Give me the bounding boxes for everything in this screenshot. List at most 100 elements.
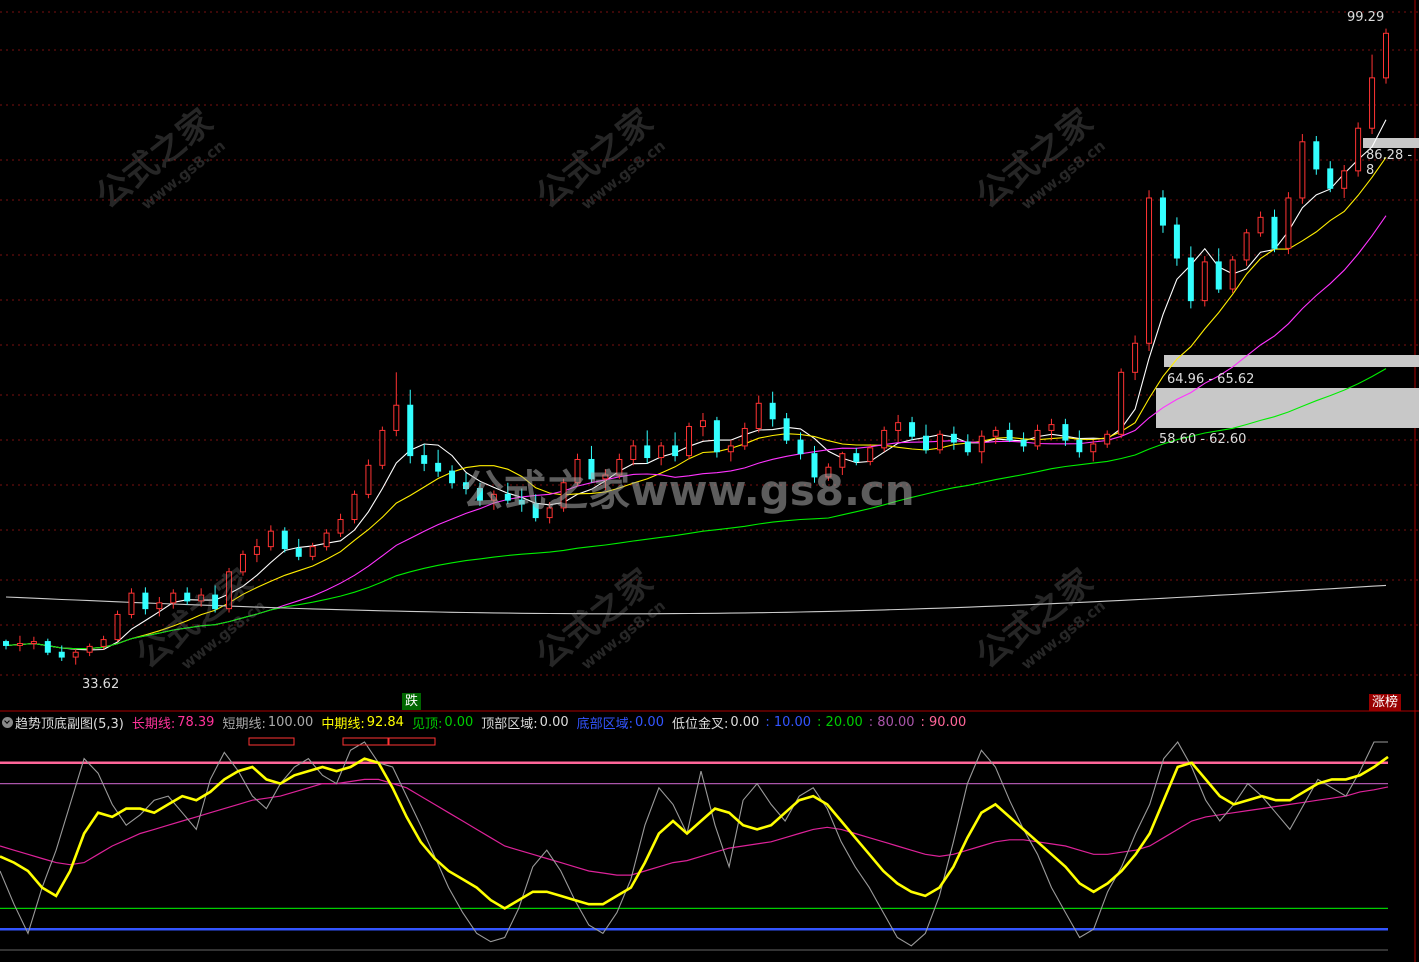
legend-short-name: 短期线: [222, 716, 266, 732]
legend-bottomzone-value: 0.00 [635, 714, 664, 730]
candle-body [1369, 77, 1376, 129]
candle-body [16, 643, 23, 646]
candle-body [895, 422, 902, 431]
candle-body [449, 470, 456, 484]
candle-body [1299, 141, 1306, 199]
legend-goldcross-value: 0.00 [730, 714, 760, 730]
legend-topzone-value: 0.00 [539, 714, 569, 730]
candle-body [323, 532, 330, 548]
candle-body [909, 422, 916, 437]
legend-long-name: 长期线: [131, 716, 176, 732]
candle-body [741, 427, 748, 447]
candle-body [295, 548, 302, 557]
candle-body [1034, 429, 1041, 447]
candle-body [1159, 197, 1166, 226]
candle-body [1383, 32, 1389, 79]
candle-body [727, 445, 734, 453]
candle-body [1076, 439, 1083, 453]
candle-body [58, 651, 65, 658]
candle-body [699, 420, 706, 428]
candle-body [1355, 127, 1362, 172]
candle-body [128, 592, 135, 615]
legend-goldcross-name: 低位金叉: [671, 716, 729, 732]
fall-tag[interactable]: 跌 [402, 693, 422, 710]
candle-body [1229, 259, 1236, 290]
collapse-icon[interactable] [2, 716, 13, 728]
candle-body [1062, 424, 1069, 441]
candle-body [1020, 439, 1027, 447]
candle-body [351, 493, 358, 521]
candle-body [379, 429, 386, 466]
legend-level-80: : 80.00 [868, 714, 915, 730]
high-price-label: 99.29 [1347, 10, 1385, 25]
candle-body [992, 429, 999, 437]
candle-body [86, 645, 93, 653]
candle-body [769, 402, 776, 420]
mid-term-line [0, 755, 1389, 910]
candle-body [783, 418, 790, 441]
indicator-title[interactable]: 趋势顶底副图(5,3) [15, 713, 124, 732]
candle-body [1146, 197, 1153, 344]
candle-body [936, 433, 943, 451]
top-signal-marker [248, 737, 295, 746]
candle-body [1243, 232, 1250, 261]
candle-body [1271, 216, 1278, 249]
candle-body [1132, 342, 1139, 373]
candle-body [658, 445, 665, 459]
candle-body [950, 433, 957, 443]
candle-body [100, 639, 107, 647]
candle-body [253, 546, 260, 555]
legend-mid-value: 92.84 [366, 714, 404, 730]
zone-label-low: 58.60 - 62.60 [1159, 432, 1247, 447]
legend-level-10: : 10.00 [765, 714, 812, 730]
candle-body [881, 429, 888, 449]
legend-short-value: 100.00 [267, 714, 314, 730]
candle-body [1048, 424, 1055, 431]
low-price-label: 33.62 [82, 677, 120, 692]
candle-body [72, 651, 79, 658]
candle-body [1327, 168, 1334, 189]
legend-long-value: 78.39 [177, 714, 215, 730]
candle-body [978, 435, 985, 453]
candle-body [1341, 170, 1348, 189]
legend-level-90: : 90.00 [920, 714, 967, 730]
rank-tag[interactable]: 涨榜 [1369, 694, 1402, 711]
candle-body [1285, 197, 1292, 249]
zone-top [1363, 138, 1419, 148]
candle-body [114, 613, 121, 641]
candle-body [686, 426, 693, 457]
candle-body [755, 402, 762, 429]
legend-top-value: 0.00 [444, 714, 474, 730]
candle-body [281, 530, 288, 550]
candle-body [923, 435, 929, 451]
candle-body [713, 420, 720, 453]
candle-body [644, 445, 651, 459]
candle-body [1201, 261, 1208, 302]
legend-mid-name: 中期线: [321, 716, 365, 732]
candle-body [1173, 224, 1180, 259]
candle-body [1313, 141, 1320, 170]
candle-body [44, 641, 51, 653]
indicator-lines [0, 737, 1389, 951]
legend-top-name: 见顶: [411, 716, 443, 732]
legend-bottomzone-name: 底部区域: [576, 716, 634, 732]
top-signal-marker [388, 737, 436, 746]
legend-level-20: : 20.00 [817, 714, 863, 730]
candle-body [393, 404, 400, 431]
zone-mid [1164, 355, 1419, 367]
candle-body [365, 464, 372, 495]
candle-body [3, 641, 9, 646]
short-term-line [0, 741, 1388, 947]
candle-body [421, 455, 428, 464]
candle-body [337, 519, 344, 534]
zone-label-mid: 64.96 - 65.62 [1167, 372, 1255, 387]
candle-body [797, 439, 804, 455]
legend-topzone-name: 顶部区域: [481, 716, 538, 732]
candle-body [672, 445, 679, 457]
candle-body [1215, 261, 1222, 290]
candle-body [1104, 433, 1111, 445]
candle-body [142, 592, 149, 610]
watermark-main: 公式之家www.gs8.cn [462, 466, 915, 515]
candle-body [1090, 443, 1097, 453]
candle-body [964, 441, 971, 453]
